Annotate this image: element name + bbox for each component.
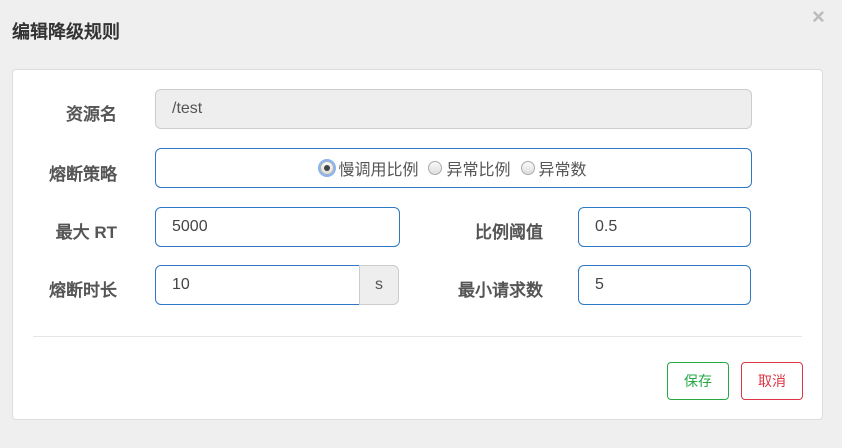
dialog-title: 编辑降级规则: [12, 22, 120, 42]
radio-unchecked-icon: [428, 161, 443, 175]
max-rt-label: 最大 RT: [55, 223, 117, 242]
ratio-input[interactable]: 0.5: [578, 207, 751, 247]
radio-slow-ratio[interactable]: 慢调用比例: [318, 156, 419, 180]
radio-checked-icon: [318, 159, 337, 177]
radio-label: 慢调用比例: [338, 162, 419, 179]
close-icon[interactable]: ×: [812, 4, 825, 30]
strategy-label: 熔断策略: [49, 165, 117, 184]
radio-unchecked-icon: [520, 161, 535, 175]
divider: [33, 336, 802, 337]
min-requests-input[interactable]: 5: [578, 265, 751, 305]
radio-label: 异常数: [538, 162, 587, 179]
max-rt-input[interactable]: 5000: [155, 207, 400, 247]
radio-error-count[interactable]: 异常数: [520, 156, 587, 180]
duration-input[interactable]: 10: [155, 265, 360, 305]
strategy-radio-group: 慢调用比例 异常比例 异常数: [155, 148, 752, 188]
ratio-label: 比例阈值: [475, 223, 543, 242]
save-button[interactable]: 保存: [667, 362, 729, 400]
min-requests-label: 最小请求数: [458, 281, 543, 300]
duration-unit: s: [359, 265, 399, 305]
duration-label: 熔断时长: [49, 281, 117, 300]
radio-label: 异常比例: [446, 162, 511, 179]
form-panel: 资源名 /test 熔断策略 慢调用比例 异常比例 异常数 最大 RT 5000…: [12, 69, 823, 420]
resource-label: 资源名: [66, 105, 117, 124]
radio-error-ratio[interactable]: 异常比例: [428, 156, 511, 180]
cancel-button[interactable]: 取消: [741, 362, 803, 400]
resource-input[interactable]: /test: [155, 89, 752, 129]
